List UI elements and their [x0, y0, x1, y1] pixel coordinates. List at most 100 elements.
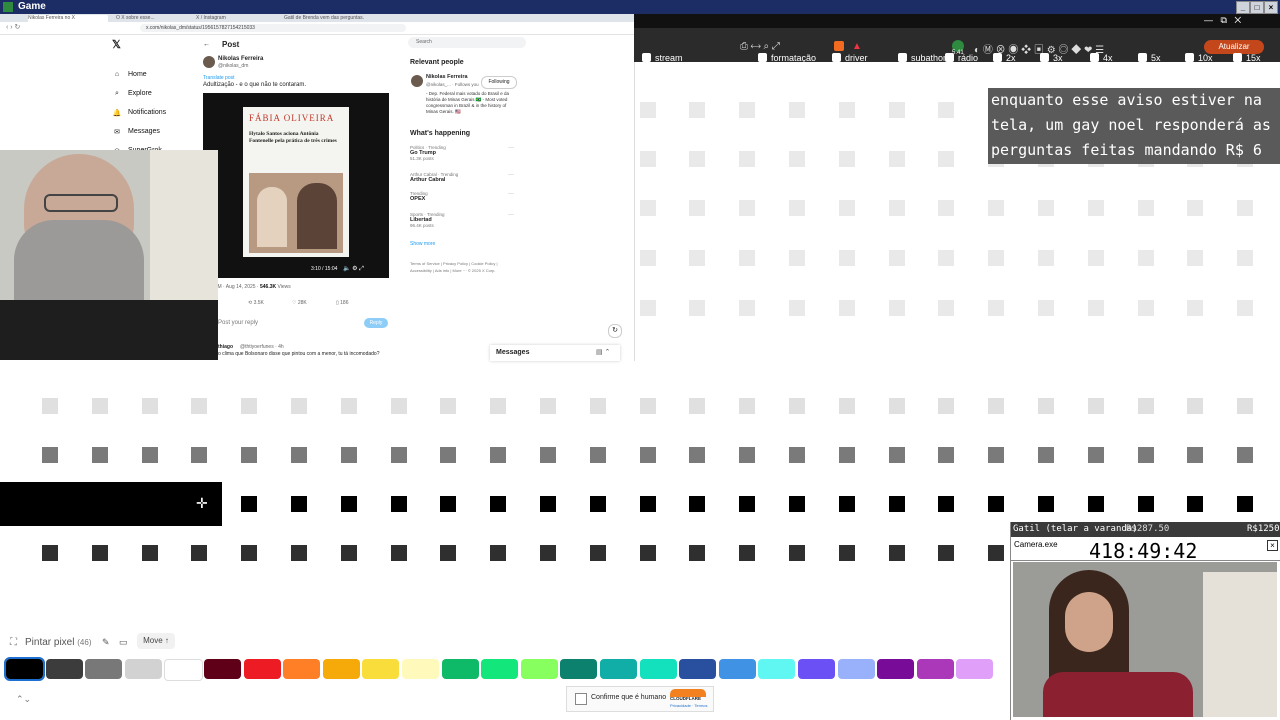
bookmark-subathon[interactable]: subathon — [898, 53, 948, 63]
footer-links[interactable]: Terms of Service | Privacy Policy | Cook… — [410, 260, 520, 274]
browser-tab[interactable]: Gatil de Brenda vem das perguntas... — [284, 15, 364, 22]
color-swatch[interactable] — [798, 659, 835, 679]
canvas-pixel[interactable] — [988, 200, 1005, 216]
canvas-pixel[interactable] — [1137, 250, 1154, 266]
canvas-pixel[interactable] — [888, 250, 905, 266]
following-button[interactable]: Following — [481, 76, 517, 89]
canvas-pixel[interactable] — [540, 545, 556, 561]
canvas-pixel[interactable] — [440, 398, 457, 414]
canvas-pixel[interactable] — [340, 545, 357, 561]
browser-tab[interactable]: O X sobre esse... — [116, 15, 188, 22]
bookmark-3x[interactable]: 3x — [1040, 53, 1063, 63]
bookmark-5x[interactable]: 5x — [1138, 53, 1161, 63]
author-avatar[interactable] — [203, 56, 215, 68]
canvas-pixel[interactable] — [191, 398, 208, 414]
canvas-pixel[interactable] — [490, 398, 507, 414]
canvas-pixel[interactable] — [689, 398, 706, 414]
canvas-pixel[interactable] — [291, 398, 307, 414]
color-swatch[interactable] — [600, 659, 637, 679]
canvas-pixel[interactable] — [639, 447, 656, 463]
canvas-pixel[interactable] — [241, 496, 258, 512]
bookmark-formatacao[interactable]: formatação — [758, 53, 816, 63]
canvas-pixel[interactable] — [1237, 200, 1254, 216]
canvas-pixel[interactable] — [1237, 398, 1254, 414]
canvas-pixel[interactable] — [1187, 447, 1204, 463]
canvas-pixel[interactable] — [639, 250, 656, 266]
canvas-pixel[interactable] — [888, 151, 905, 167]
messages-expand-icon[interactable]: ▤ ⌃ — [596, 348, 610, 356]
canvas-pixel[interactable] — [1087, 300, 1104, 316]
color-swatch[interactable] — [837, 659, 875, 679]
canvas-pixel[interactable] — [938, 151, 955, 167]
back-arrow-icon[interactable]: ← — [203, 41, 210, 48]
canvas-pixel[interactable] — [838, 200, 855, 216]
canvas-pixel[interactable] — [1137, 300, 1154, 316]
trend-item[interactable]: Sports · Trending Libertad 96.4K posts ··· — [410, 212, 516, 228]
canvas-pixel[interactable] — [1137, 447, 1154, 463]
trend-more-icon[interactable]: ··· — [508, 172, 514, 178]
bookmark-10x[interactable]: 10x — [1185, 53, 1213, 63]
canvas-pixel[interactable] — [639, 102, 656, 118]
canvas-pixel[interactable] — [390, 447, 407, 463]
canvas-pixel[interactable] — [440, 496, 457, 512]
canvas-pixel[interactable] — [540, 398, 556, 414]
canvas-pixel[interactable] — [689, 300, 706, 316]
canvas-pixel[interactable] — [938, 545, 955, 561]
canvas-pixel[interactable] — [888, 300, 905, 316]
canvas-pixel[interactable] — [1187, 300, 1204, 316]
color-swatch[interactable] — [402, 659, 439, 679]
color-swatch[interactable] — [124, 659, 162, 679]
search-input[interactable]: Search — [408, 37, 526, 48]
canvas-pixel[interactable] — [739, 250, 756, 266]
trend-item[interactable]: Arthur Cabral · Trending Arthur Cabral ··· — [410, 172, 516, 183]
canvas-pixel[interactable] — [639, 151, 656, 167]
maximize-button[interactable]: □ — [1250, 1, 1264, 14]
captcha-links[interactable]: Privacidade · Termos — [670, 703, 708, 708]
trend-item[interactable]: Politics · Trending Go Trump 51.3K posts ··… — [410, 145, 516, 161]
canvas-pixel[interactable] — [91, 447, 108, 463]
canvas-pixel[interactable] — [42, 447, 58, 463]
canvas-pixel[interactable] — [789, 545, 805, 561]
canvas-pixel[interactable] — [639, 200, 656, 216]
canvas-pixel[interactable] — [739, 200, 756, 216]
canvas-pixel[interactable] — [789, 102, 805, 118]
canvas-pixel[interactable] — [639, 496, 656, 512]
canvas-pixel[interactable] — [938, 398, 955, 414]
camera-close-icon[interactable]: × — [1267, 540, 1278, 551]
canvas-pixel[interactable] — [1137, 496, 1154, 512]
canvas-pixel[interactable] — [490, 496, 507, 512]
canvas-pixel[interactable] — [838, 151, 855, 167]
canvas-pixel[interactable] — [589, 545, 606, 561]
color-swatch[interactable] — [560, 659, 598, 679]
canvas-pixel[interactable] — [888, 398, 905, 414]
canvas-pixel[interactable] — [1038, 496, 1054, 512]
trend-more-icon[interactable]: ··· — [508, 191, 514, 197]
canvas-pixel[interactable] — [1087, 496, 1104, 512]
bookmark-driver[interactable]: driver — [832, 53, 868, 63]
canvas-pixel[interactable] — [589, 398, 606, 414]
canvas-pixel[interactable] — [639, 398, 656, 414]
minimize-button[interactable]: _ — [1236, 1, 1250, 14]
canvas-pixel[interactable] — [988, 447, 1005, 463]
nav-explore-icon[interactable]: ⌕ — [112, 90, 122, 98]
canvas-pixel[interactable] — [141, 545, 158, 561]
color-swatch[interactable] — [441, 659, 479, 679]
canvas-pixel[interactable] — [390, 496, 407, 512]
brave-shield-icon[interactable] — [834, 41, 844, 51]
canvas-pixel[interactable] — [888, 447, 905, 463]
canvas-pixel[interactable] — [789, 496, 805, 512]
canvas-pixel[interactable] — [888, 545, 905, 561]
like-stat[interactable]: ♡ 28K — [292, 300, 307, 306]
canvas-pixel[interactable] — [1087, 200, 1104, 216]
window-controls-icon[interactable]: — ⧉ ✕ — [1204, 15, 1241, 26]
canvas-pixel[interactable] — [1038, 398, 1054, 414]
color-swatch[interactable] — [4, 657, 45, 681]
color-swatch[interactable] — [362, 659, 400, 679]
canvas-pixel[interactable] — [988, 545, 1005, 561]
color-swatch[interactable] — [481, 659, 519, 679]
canvas-pixel[interactable] — [838, 447, 855, 463]
canvas-pixel[interactable] — [789, 398, 805, 414]
color-swatch[interactable] — [204, 659, 241, 679]
eraser-icon[interactable]: ▭ — [119, 637, 128, 648]
canvas-pixel[interactable] — [1187, 250, 1204, 266]
